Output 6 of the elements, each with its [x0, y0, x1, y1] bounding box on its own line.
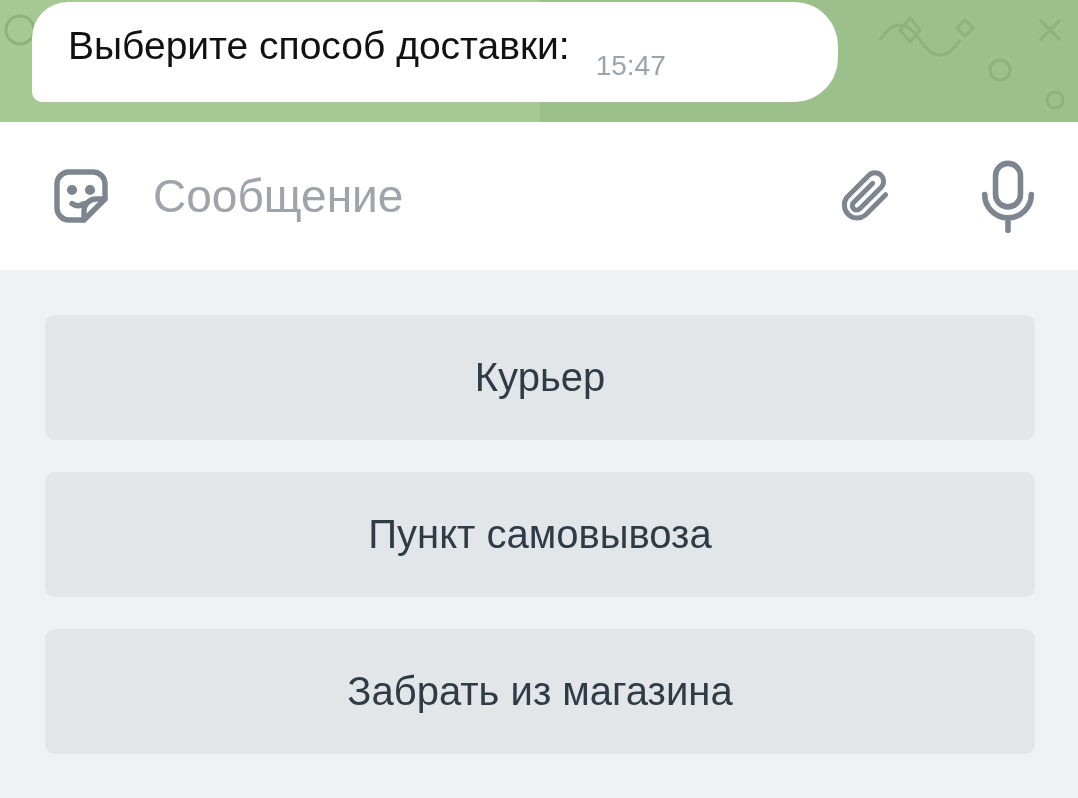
reply-button[interactable]: Забрать из магазина — [45, 629, 1035, 754]
message-text: Выберите способ доставки: — [68, 24, 570, 68]
microphone-icon[interactable] — [980, 158, 1036, 234]
message-time: 15:47 — [595, 50, 666, 82]
reply-button[interactable]: Курьер — [45, 315, 1035, 440]
reply-button[interactable]: Пункт самовывоза — [45, 472, 1035, 597]
